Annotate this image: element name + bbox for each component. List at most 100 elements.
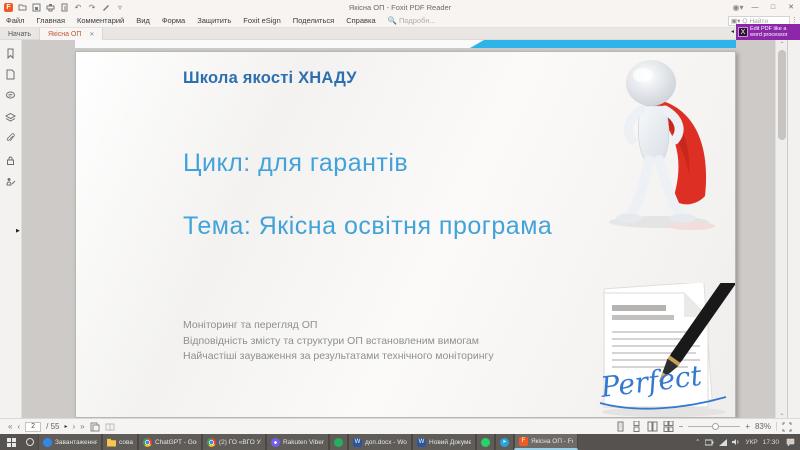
taskbar-button-telegram[interactable]: ➤ [495,434,514,450]
document-view[interactable]: Школа якості ХНАДУ Цикл: для гарантів Те… [22,40,800,418]
taskbar-button-word-new-doc[interactable]: W Новий Документ М... [412,434,476,450]
taskbar-button-chatgpt-chrome[interactable]: ChatGPT - Google C... [138,434,202,450]
taskbar-button-ngo-chrome[interactable]: (2) ГО «ВГО Україна... [202,434,266,450]
scroll-up-icon[interactable]: ⌃ [776,41,788,48]
menu-comment[interactable]: Комментарий [71,16,130,25]
print-icon[interactable] [45,2,55,12]
fullscreen-icon[interactable] [782,422,792,432]
scrollbar-thumb[interactable] [778,50,786,140]
ink-sign-icon[interactable] [101,2,111,12]
layers-icon[interactable] [5,112,17,124]
zoom-level[interactable]: 83% [755,422,771,431]
scroll-down-icon[interactable]: ⌄ [776,410,788,417]
title-bar: F ↶ ↷ ▿ Якісна ОП - Foxit PDF Reader ◉▾ … [0,0,800,14]
word-icon: W [353,438,362,447]
slide-topic-line: Тема: Якісна освітня програма [183,212,552,241]
open-file-icon[interactable] [17,2,27,12]
page-thumbnails-icon[interactable] [5,69,17,81]
comments-icon[interactable] [5,90,17,102]
windows-taskbar: Завантаження сова ChatGPT - Google C... … [0,434,800,450]
window-controls: ◉▾ — □ ✕ [730,0,800,14]
zoom-in-icon[interactable]: + [745,422,750,431]
system-tray: ⌃ УКР 17:30 [695,436,800,448]
tab-start[interactable]: Начать [0,28,40,40]
signed-document-pen-image: Perfect [592,283,736,418]
language-indicator[interactable]: УКР [745,439,757,446]
menu-bar: Файл Главная Комментарий Вид Форма Защит… [0,14,800,28]
vertical-scrollbar[interactable]: ⌃ ⌄ [775,40,787,418]
customize-toolbar-icon[interactable]: ▿ [115,2,125,12]
tray-expand-icon[interactable]: ⌃ [695,438,700,446]
taskbar-label: Новий Документ М... [429,439,471,446]
undo-icon[interactable]: ↶ [73,2,83,12]
menu-foxit-esign[interactable]: Foxit eSign [237,16,287,25]
current-view-icon[interactable]: ▸ [64,423,67,430]
security-icon[interactable] [5,155,17,167]
view-facing-continuous-icon[interactable] [663,421,674,432]
taskbar-label: доп.docx - Word (Сб... [365,439,407,446]
sidebar-expand-icon[interactable]: ▶ [16,228,20,234]
start-button[interactable] [0,434,22,450]
menu-form[interactable]: Форма [156,16,191,25]
foxit-app-icon[interactable]: F [4,3,13,12]
slide-cycle-line: Цикл: для гарантів [183,149,408,178]
page-count-label: / 55 [46,422,59,431]
quick-access-toolbar: F ↶ ↷ ▿ [0,2,125,12]
taskbar-button-foxit-active[interactable]: F Якісна ОП - Foxit PD... [514,434,578,450]
search-icon: 🔍 [388,16,397,25]
taskbar-button-folder[interactable]: сова [102,434,138,450]
zoom-slider-knob[interactable] [712,423,719,430]
redo-icon[interactable]: ↷ [87,2,97,12]
more-options-icon[interactable]: ⋮ [791,16,798,24]
view-facing-icon[interactable] [647,421,658,432]
close-button[interactable]: ✕ [782,0,800,14]
view-continuous-icon[interactable] [631,421,642,432]
single-page-layout-icon[interactable] [90,422,100,432]
previous-page-button[interactable]: ‹ [17,422,20,431]
minimize-button[interactable]: — [746,0,764,14]
facing-page-layout-icon[interactable] [105,422,115,432]
bookmarks-icon[interactable] [5,48,17,60]
windows-logo-icon [7,438,16,447]
slide-bullet-3: Найчастіші зауваження за результатами те… [183,349,494,365]
slide-header: Школа якості ХНАДУ [183,69,357,88]
last-page-button[interactable]: » [80,422,84,431]
battery-icon[interactable] [705,439,714,446]
menu-file[interactable]: Файл [0,16,30,25]
zoom-out-icon[interactable]: − [679,422,684,431]
taskbar-button-word-doc[interactable]: W доп.docx - Word (Сб... [348,434,412,450]
account-icon[interactable]: ◉▾ [730,3,746,12]
menu-help[interactable]: Справка [340,16,381,25]
zoom-slider[interactable] [688,426,740,427]
tab-close-icon[interactable]: ✕ [89,31,94,38]
attachments-icon[interactable] [5,133,17,145]
search-cortana-button[interactable] [22,434,38,450]
menu-share[interactable]: Поделиться [287,16,340,25]
digital-signature-icon[interactable] [5,176,17,188]
menu-view[interactable]: Вид [130,16,156,25]
view-single-icon[interactable] [615,421,626,432]
edit-pdf-promo[interactable]: X Edit PDF like a word processor [736,24,800,40]
notification-center-icon[interactable] [784,436,796,448]
taskbar-button-green-app[interactable] [329,434,348,450]
page-number-input[interactable]: 2 [25,422,41,432]
menu-home[interactable]: Главная [30,16,71,25]
pdf-page-2[interactable]: Школа якості ХНАДУ Цикл: для гарантів Те… [75,51,736,418]
taskbar-button-downloads[interactable]: Завантаження [38,434,102,450]
taskbar-label: ChatGPT - Google C... [155,439,197,446]
tab-document[interactable]: Якісна ОП ✕ [40,28,103,40]
next-page-button[interactable]: › [72,422,75,431]
clock[interactable]: 17:30 [763,439,779,446]
volume-icon[interactable] [732,438,740,446]
first-page-button[interactable]: « [8,422,12,431]
taskbar-button-viber[interactable]: Rakuten Viber [266,434,329,450]
export-icon[interactable] [59,2,69,12]
menu-protect[interactable]: Защитить [191,16,237,25]
taskbar-label: сова [119,439,133,446]
maximize-button[interactable]: □ [764,0,782,14]
taskbar-button-whatsapp[interactable] [476,434,495,450]
superhero-figure-image [599,56,731,234]
tell-me-search[interactable]: 🔍 Подробн... [382,16,436,25]
network-icon[interactable] [719,439,727,446]
save-icon[interactable] [31,2,41,12]
